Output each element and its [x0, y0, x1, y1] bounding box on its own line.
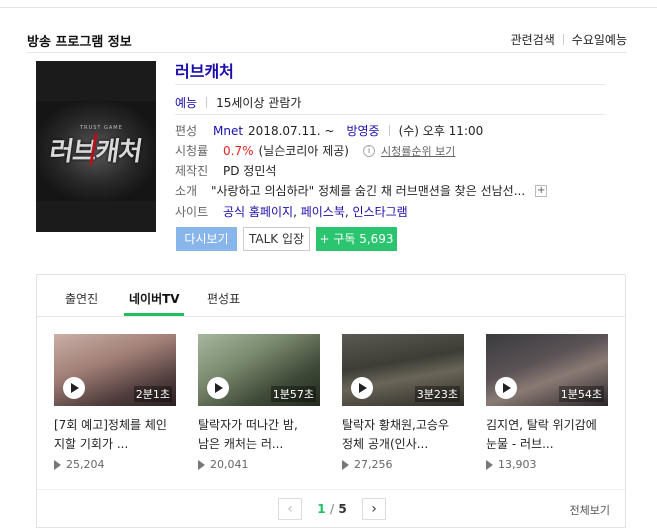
- video-title-line[interactable]: 눈물 - 러브...: [486, 435, 608, 454]
- divider: [562, 34, 564, 45]
- video-thumbnail[interactable]: 1분54초: [486, 334, 608, 406]
- divider: [388, 125, 390, 136]
- view-count-value: 25,204: [66, 458, 105, 471]
- video-duration: 1분54초: [558, 386, 604, 402]
- play-icon[interactable]: [207, 377, 229, 399]
- intro-label: 소개: [175, 184, 198, 198]
- viewership-source: (닐슨코리아 제공): [258, 144, 349, 158]
- video-title[interactable]: [7회 예고]정체를 체인 지할 기회가 ...: [54, 416, 176, 454]
- prev-page-button[interactable]: ‹: [278, 498, 302, 520]
- genre-link[interactable]: 예능: [175, 94, 197, 111]
- program-title[interactable]: 러브캐처: [175, 58, 234, 82]
- video-card[interactable]: 2분1초 [7회 예고]정체를 체인 지할 기회가 ... 25,204: [54, 334, 176, 471]
- tab-cast[interactable]: 출연진: [65, 290, 98, 307]
- view-count: 13,903: [486, 458, 537, 471]
- instagram-link[interactable]: 인스타그램: [353, 203, 408, 220]
- video-title-line[interactable]: 남은 캐처는 러...: [198, 435, 320, 454]
- tab-bar: 출연진 네이버TV 편성표: [37, 275, 625, 317]
- age-rating: 15세이상 관람가: [216, 96, 302, 110]
- video-title-line[interactable]: 탈락자가 떠나간 밤,: [198, 416, 320, 435]
- play-count-icon: [486, 459, 493, 470]
- view-count-value: 27,256: [354, 458, 393, 471]
- wednesday-variety-link[interactable]: 수요일예능: [572, 31, 627, 48]
- view-count: 27,256: [342, 458, 393, 471]
- video-card[interactable]: 1분54초 김지연, 탈락 위기감에 눈물 - 러브... 13,903: [486, 334, 608, 471]
- view-count-value: 20,041: [210, 458, 249, 471]
- tab-schedule[interactable]: 편성표: [207, 290, 240, 307]
- view-count: 20,041: [198, 458, 249, 471]
- view-all-link[interactable]: 전체보기: [570, 502, 610, 518]
- intro-row: 소개 "사랑하고 의심하라" 정체를 숨긴 채 러브맨션을 찾은 선남선... …: [175, 182, 548, 199]
- divider: [206, 97, 208, 108]
- intro-text: "사랑하고 의심하라" 정체를 숨긴 채 러브맨션을 찾은 선남선...: [211, 184, 526, 198]
- video-title-line[interactable]: 지할 기회가 ...: [54, 435, 176, 454]
- video-duration: 1분57초: [270, 386, 316, 402]
- expand-plus-icon[interactable]: +: [535, 184, 548, 197]
- video-title-line[interactable]: [7회 예고]정체를 체인: [54, 416, 176, 435]
- genre-row: 예능 15세이상 관람가: [175, 94, 301, 111]
- video-panel: 출연진 네이버TV 편성표 2분1초 [7회 예고]정체를 체인 지할 기회가 …: [36, 274, 626, 528]
- producer-label: 제작진: [175, 164, 209, 178]
- viewership-label: 시청률: [175, 144, 209, 158]
- video-title-line[interactable]: 김지연, 탈락 위기감에: [486, 416, 608, 435]
- video-thumbnail[interactable]: 3분23초: [342, 334, 464, 406]
- view-count-value: 13,903: [498, 458, 537, 471]
- video-title[interactable]: 탈락자 황채원,고승우 정체 공개(인사...: [342, 416, 464, 454]
- info-icon[interactable]: i: [362, 144, 375, 157]
- play-icon[interactable]: [495, 377, 517, 399]
- video-title-line[interactable]: 정체 공개(인사...: [342, 435, 464, 454]
- page-indicator: 1 / 5: [317, 502, 347, 516]
- channel-link[interactable]: Mnet: [213, 124, 243, 138]
- talk-button[interactable]: TALK 입장: [243, 227, 310, 251]
- pager-divider: [37, 489, 625, 490]
- play-icon[interactable]: [351, 377, 373, 399]
- play-count-icon: [198, 459, 205, 470]
- related-search-link[interactable]: 관련검색: [511, 31, 555, 48]
- title-divider: [175, 84, 605, 85]
- producer-value: PD 정민석: [223, 164, 277, 178]
- viewership-row: 시청률 0.7% (닐슨코리아 제공) i 시청률순위 보기: [175, 142, 455, 159]
- schedule-label: 편성: [175, 124, 198, 138]
- sites-row: 사이트 공식 홈페이지, 페이스북, 인스타그램: [175, 203, 408, 220]
- next-page-button[interactable]: ›: [362, 498, 386, 520]
- pagination: ‹ 1 / 5 ›: [278, 498, 386, 520]
- video-thumbnail[interactable]: 1분57초: [198, 334, 320, 406]
- rating-rank-link[interactable]: 시청률순위 보기: [381, 143, 455, 159]
- play-count-icon: [342, 459, 349, 470]
- header-links: 관련검색 수요일예능: [511, 31, 627, 48]
- schedule-row: 편성 Mnet 2018.07.11. ~ 방영중 (수) 오후 11:00: [175, 122, 483, 139]
- section-title: 방송 프로그램 정보: [27, 35, 132, 50]
- video-thumbnail[interactable]: 2분1초: [54, 334, 176, 406]
- subscribe-button[interactable]: + 구독 5,693: [316, 227, 397, 251]
- video-title[interactable]: 탈락자가 떠나간 밤, 남은 캐처는 러...: [198, 416, 320, 454]
- program-poster[interactable]: TRUST GAME 러브캐처: [36, 61, 156, 232]
- video-card[interactable]: 3분23초 탈락자 황채원,고승우 정체 공개(인사... 27,256: [342, 334, 464, 471]
- header-divider: [27, 52, 627, 53]
- sites-label: 사이트: [175, 205, 209, 219]
- facebook-link[interactable]: 페이스북: [301, 203, 345, 220]
- play-count-icon: [54, 459, 61, 470]
- video-title[interactable]: 김지연, 탈락 위기감에 눈물 - 러브...: [486, 416, 608, 454]
- official-site-link[interactable]: 공식 홈페이지: [223, 203, 293, 220]
- producer-row: 제작진 PD 정민석: [175, 162, 276, 179]
- video-title-line[interactable]: 탈락자 황채원,고승우: [342, 416, 464, 435]
- replay-button[interactable]: 다시보기: [176, 227, 237, 251]
- view-count: 25,204: [54, 458, 105, 471]
- play-icon[interactable]: [63, 377, 85, 399]
- video-card[interactable]: 1분57초 탈락자가 떠나간 밤, 남은 캐처는 러... 20,041: [198, 334, 320, 471]
- top-divider: [0, 0, 657, 8]
- total-pages: 5: [338, 502, 347, 516]
- video-duration: 2분1초: [133, 386, 172, 402]
- active-tab-indicator: [124, 313, 184, 316]
- viewership-value: 0.7%: [223, 143, 254, 158]
- genre-divider: [175, 114, 605, 115]
- tab-navertv[interactable]: 네이버TV: [129, 290, 180, 307]
- current-page: 1: [317, 502, 326, 516]
- air-date: 2018.07.11. ~: [248, 123, 335, 138]
- status-link[interactable]: 방영중: [346, 122, 379, 139]
- video-duration: 3분23초: [414, 386, 460, 402]
- air-time: (수) 오후 11:00: [398, 124, 484, 138]
